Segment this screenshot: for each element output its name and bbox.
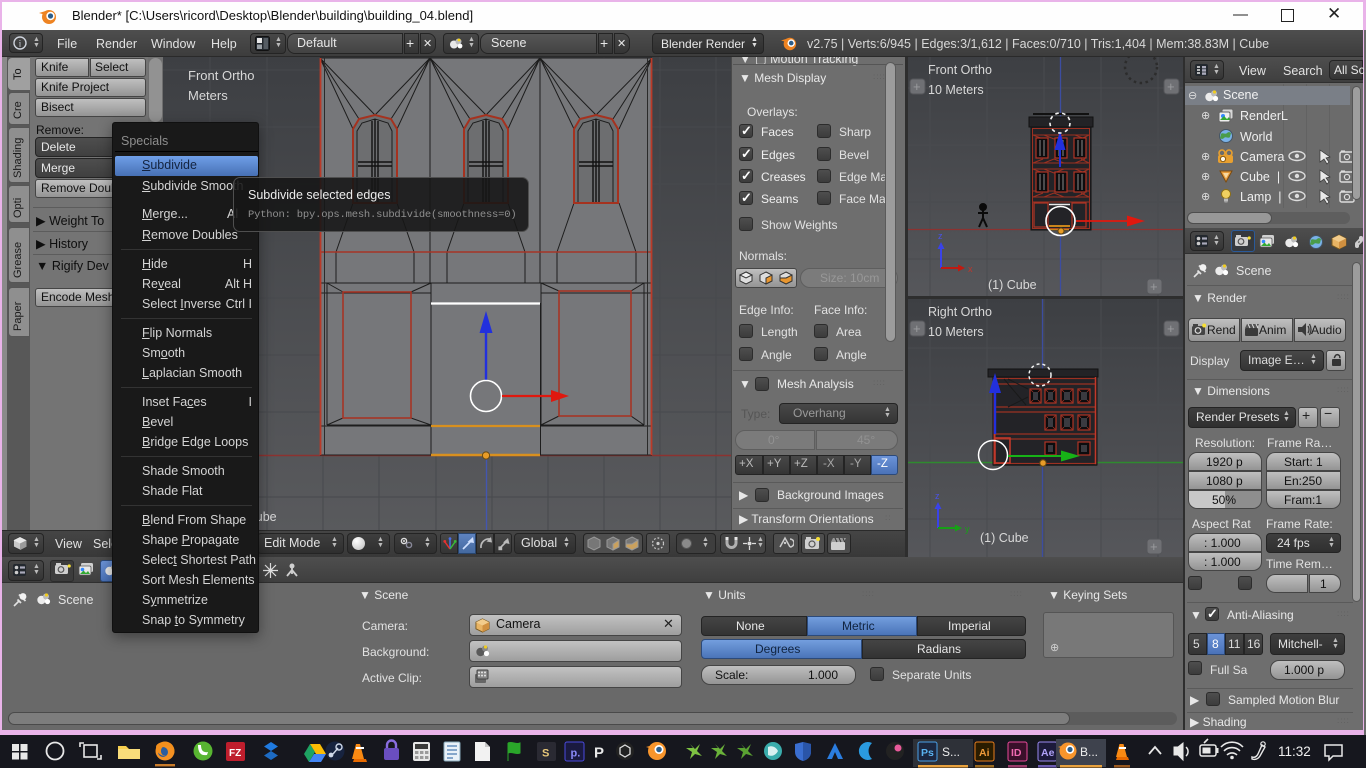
svg-text:(1) Cube: (1) Cube: [988, 278, 1037, 292]
svg-text:Front Ortho: Front Ortho: [188, 68, 254, 83]
svg-text:S: S: [542, 748, 549, 760]
svg-text:B...: B...: [1080, 745, 1098, 759]
svg-text:Ai: Ai: [979, 747, 990, 759]
svg-text:Front Ortho: Front Ortho: [928, 63, 992, 77]
svg-text:10 Meters: 10 Meters: [928, 83, 984, 97]
svg-text:+: +: [913, 321, 921, 336]
svg-text:+: +: [913, 79, 921, 94]
svg-text:(1) Cube: (1) Cube: [980, 531, 1029, 545]
svg-text:Meters: Meters: [188, 88, 228, 103]
svg-text:p.: p.: [571, 748, 581, 760]
svg-text:Ps: Ps: [921, 747, 934, 759]
svg-text:ID: ID: [1011, 747, 1022, 759]
svg-text:10 Meters: 10 Meters: [928, 325, 984, 339]
svg-text:Right Ortho: Right Ortho: [928, 305, 992, 319]
svg-text:y: y: [965, 524, 970, 534]
svg-text:+: +: [1167, 321, 1175, 336]
svg-text:z: z: [938, 231, 943, 241]
svg-text:x: x: [968, 264, 973, 274]
svg-text:FZ: FZ: [229, 748, 241, 759]
svg-text:z: z: [935, 491, 940, 501]
svg-text:+: +: [1167, 79, 1175, 94]
svg-text:Ae: Ae: [1041, 747, 1055, 759]
svg-text:S...: S...: [942, 745, 960, 759]
svg-text:+: +: [1150, 539, 1158, 554]
svg-text:+: +: [1150, 279, 1158, 294]
svg-text:P: P: [594, 745, 604, 762]
svg-text:i: i: [19, 39, 22, 49]
svg-text:11:32: 11:32: [1278, 744, 1311, 759]
